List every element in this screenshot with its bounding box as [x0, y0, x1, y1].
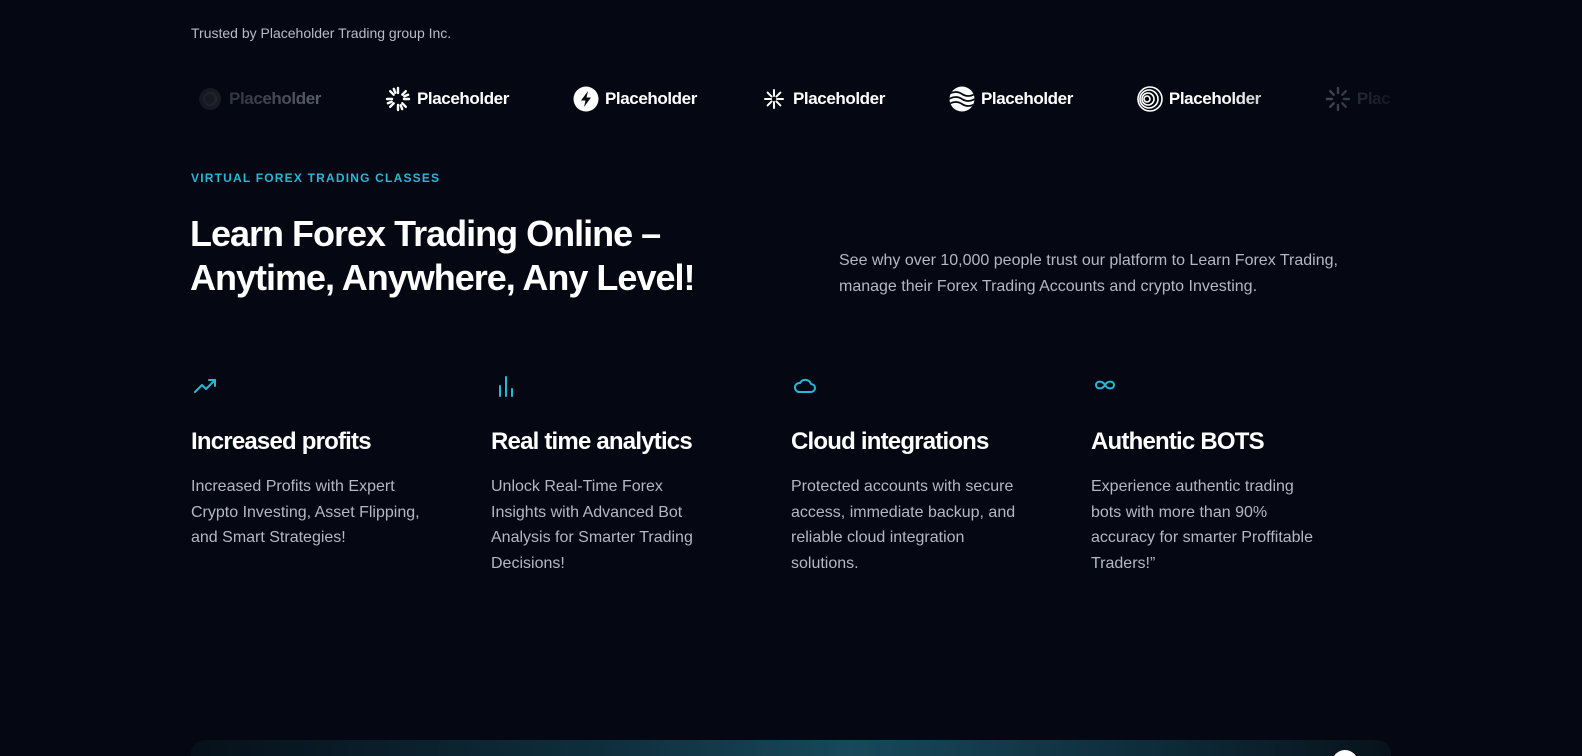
- feature-description: Increased Profits with Expert Crypto Inv…: [191, 478, 420, 546]
- feature-title: Authentic BOTS: [1091, 428, 1265, 455]
- partner-logo: Placeholder: [385, 86, 509, 112]
- feature-description: Unlock Real-Time Forex Insights with Adv…: [491, 478, 693, 572]
- partner-logo: Placeholder: [1325, 86, 1391, 112]
- partner-logo: Placeholder: [761, 86, 885, 112]
- waves-logo-icon: [949, 86, 975, 112]
- feature-description: Experience authentic trading bots with m…: [1091, 478, 1314, 572]
- next-section-banner: [191, 740, 1391, 756]
- feature-title: Cloud integrations: [791, 428, 989, 455]
- trusted-by-text: Trusted by Placeholder Trading group Inc…: [191, 25, 452, 41]
- sunburst-logo-icon: [1325, 86, 1351, 112]
- sunburst-logo-icon: [385, 86, 411, 112]
- feature-card: Cloud integrations Protected accounts wi…: [791, 372, 1091, 576]
- bolt-logo-icon: [573, 86, 599, 112]
- partner-logo: Placeholder: [573, 86, 697, 112]
- feature-title: Real time analytics: [491, 428, 693, 455]
- partner-logo: Placeholder: [1137, 86, 1261, 112]
- partner-logo: Placeholder: [197, 86, 321, 112]
- feature-card: Increased profits Increased Profits with…: [191, 372, 491, 576]
- section-eyebrow: VIRTUAL FOREX TRADING CLASSES: [191, 171, 441, 185]
- feature-card: Authentic BOTS Experience authentic trad…: [1091, 372, 1391, 576]
- page-title: Learn Forex Trading Online – Anytime, An…: [190, 213, 695, 298]
- partner-logo-strip: Placeholder Placeholder Placeholder Plac…: [191, 82, 1391, 116]
- sparkle-logo-icon: [763, 89, 784, 109]
- feature-card: Real time analytics Unlock Real-Time For…: [491, 372, 791, 576]
- infinity-icon: [1095, 380, 1115, 390]
- partner-logo-label: Placeholder: [229, 89, 321, 108]
- landing-page: Trusted by Placeholder Trading group Inc…: [0, 0, 1582, 756]
- partner-logo-label: Placeholder: [416, 89, 509, 108]
- partner-logo-label: Placeholder: [1168, 89, 1261, 108]
- partner-logo: Placeholder: [949, 86, 1073, 112]
- partner-logo-label: Placeholder: [792, 89, 885, 108]
- trending-up-icon: [194, 379, 216, 393]
- spiral-logo-icon: [1137, 86, 1163, 112]
- hero-subtitle: See why over 10,000 people trust our pla…: [839, 252, 1338, 295]
- ring-logo-icon: [199, 88, 221, 110]
- partner-logo-label: Placeholder: [1356, 89, 1391, 108]
- partner-logo-label: Placeholder: [604, 89, 697, 108]
- feature-title: Increased profits: [191, 428, 372, 455]
- bar-chart-icon: [499, 376, 513, 397]
- feature-description: Protected accounts with secure access, i…: [791, 478, 1016, 572]
- features-grid: Increased profits Increased Profits with…: [191, 372, 1391, 576]
- partner-logo-label: Placeholder: [980, 89, 1073, 108]
- cloud-icon: [793, 378, 816, 393]
